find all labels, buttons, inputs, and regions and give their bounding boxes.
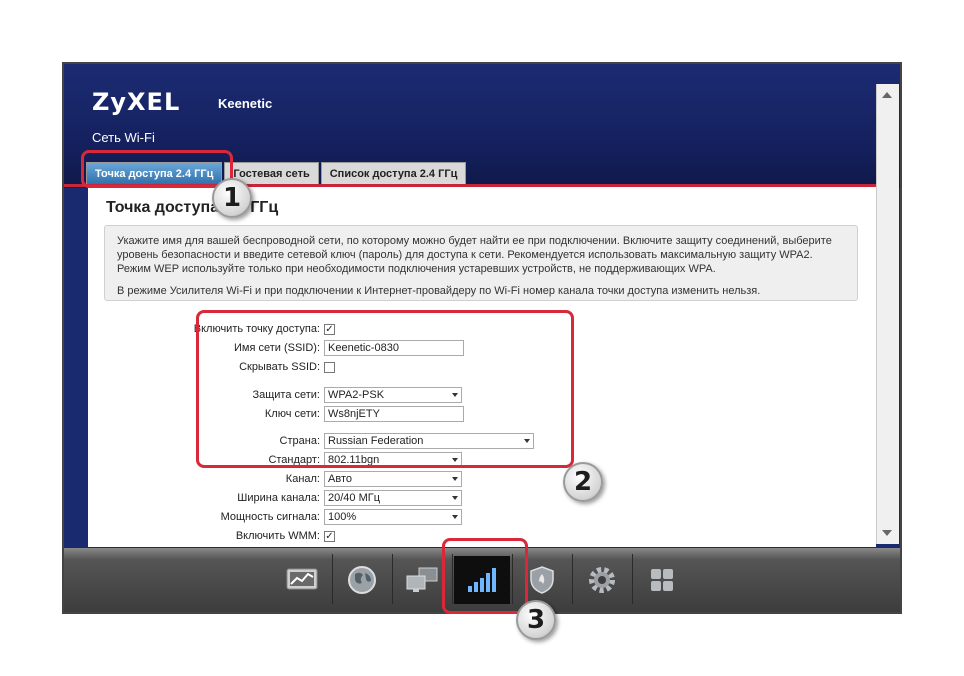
power-dropdown-icon xyxy=(452,515,458,519)
annotation-box-form xyxy=(196,310,574,468)
annotation-badge-2: 2 xyxy=(563,462,603,502)
channel-value: Авто xyxy=(328,473,352,485)
annotation-box-wifi xyxy=(442,538,528,614)
wmm-checkbox[interactable]: ✓ xyxy=(324,530,335,542)
scroll-down-icon[interactable] xyxy=(882,530,892,536)
page-title: Сеть Wi-Fi xyxy=(92,130,155,145)
info-paragraph-2: В режиме Усилителя Wi-Fi и при подключен… xyxy=(117,285,761,297)
power-label: Мощность сигнала: xyxy=(220,511,320,523)
bandwidth-dropdown-icon xyxy=(452,496,458,500)
channel-dropdown-icon xyxy=(452,477,458,481)
row-wmm: Включить WMM: ✓ xyxy=(88,527,335,545)
taskbar-divider xyxy=(572,554,573,604)
apps-grid-icon[interactable] xyxy=(634,556,690,604)
channel-select[interactable]: Авто xyxy=(324,471,462,487)
wmm-label: Включить WMM: xyxy=(235,530,320,542)
scroll-up-icon[interactable] xyxy=(882,92,892,98)
row-channel: Канал: Авто xyxy=(88,470,462,488)
bandwidth-select[interactable]: 20/40 МГц xyxy=(324,490,462,506)
brand-logo: ZyXEL xyxy=(92,88,181,116)
annotation-box-tab xyxy=(81,150,233,188)
annotation-badge-3: 3 xyxy=(516,600,556,640)
taskbar-divider xyxy=(632,554,633,604)
taskbar-divider xyxy=(332,554,333,604)
info-box: Укажите имя для вашей беспроводной сети,… xyxy=(104,225,858,301)
section-title: Точка доступа 2.4 ГГц xyxy=(106,199,279,216)
globe-icon[interactable] xyxy=(334,556,390,604)
scrollbar[interactable] xyxy=(876,84,899,544)
bandwidth-label: Ширина канала: xyxy=(237,492,320,504)
monitor-chart-icon[interactable] xyxy=(274,556,330,604)
row-power: Мощность сигнала: 100% xyxy=(88,508,462,526)
gear-icon[interactable] xyxy=(574,556,630,604)
channel-label: Канал: xyxy=(285,473,320,485)
info-paragraph-1: Укажите имя для вашей беспроводной сети,… xyxy=(117,235,832,275)
taskbar-divider xyxy=(392,554,393,604)
power-value: 100% xyxy=(328,511,357,523)
bandwidth-value: 20/40 МГц xyxy=(328,492,381,504)
row-bandwidth: Ширина канала: 20/40 МГц xyxy=(88,489,462,507)
tab-access-list-24[interactable]: Список доступа 2.4 ГГц xyxy=(320,162,467,185)
brand-product: Keenetic xyxy=(218,96,273,111)
annotation-badge-1: 1 xyxy=(212,178,252,218)
power-select[interactable]: 100% xyxy=(324,509,462,525)
